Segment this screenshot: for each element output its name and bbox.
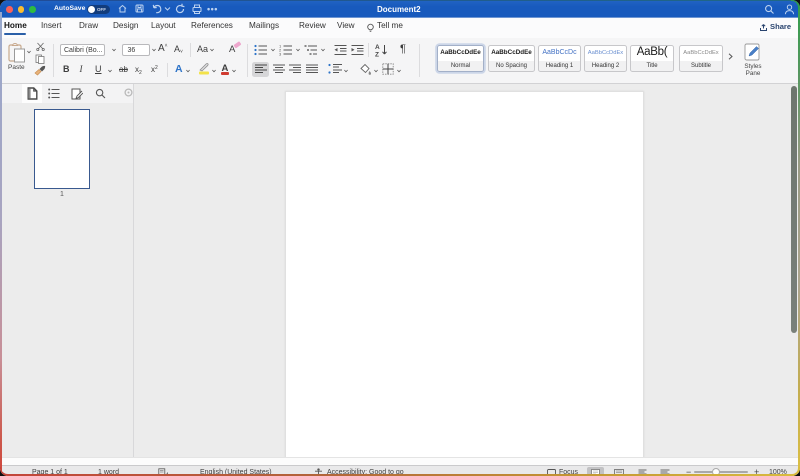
svg-text:3: 3 bbox=[279, 52, 282, 57]
svg-text:Z: Z bbox=[375, 52, 379, 58]
svg-text:A: A bbox=[375, 44, 380, 51]
